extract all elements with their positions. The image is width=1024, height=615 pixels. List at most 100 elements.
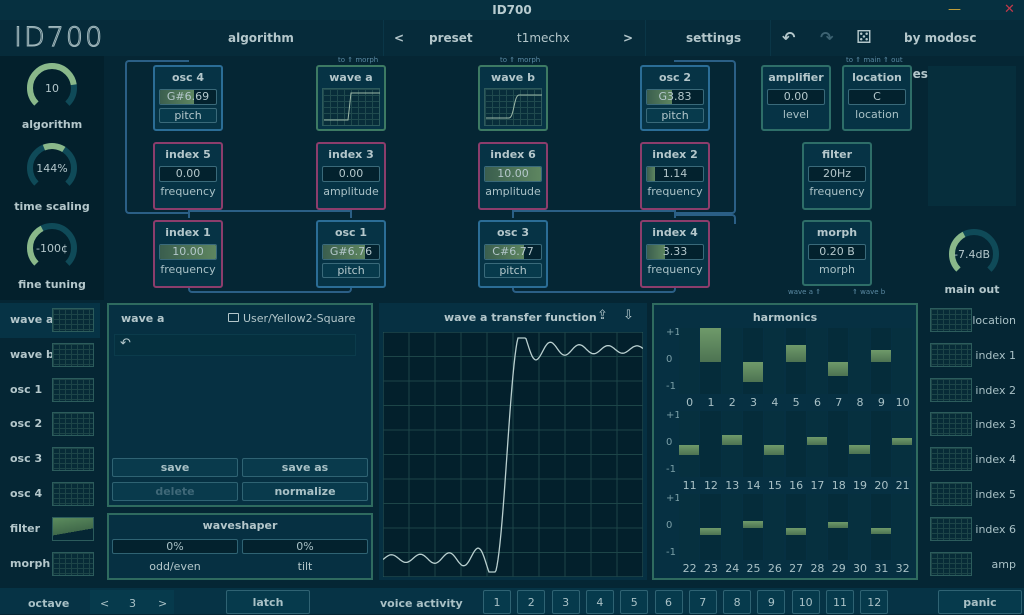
osc4-pitch-button[interactable]: pitch <box>159 108 217 123</box>
harmonic-bar[interactable] <box>679 445 700 456</box>
osc3-pitch-button[interactable]: pitch <box>484 263 542 278</box>
right-list-label[interactable]: index 6 <box>975 523 1016 536</box>
right-list-label[interactable]: location <box>972 314 1016 327</box>
left-list-label[interactable]: wave a <box>10 313 53 326</box>
right-list-graph[interactable] <box>930 516 972 541</box>
minimize-button[interactable]: — <box>948 2 961 18</box>
right-list-graph[interactable] <box>930 412 972 437</box>
harmonic-slot[interactable] <box>700 494 721 560</box>
voice-button[interactable]: 10 <box>791 590 820 614</box>
left-list-label[interactable]: osc 2 <box>10 417 42 430</box>
preset-prev-button[interactable]: < <box>394 20 404 56</box>
preset-name[interactable]: t1mechx <box>517 20 570 56</box>
index4-field[interactable]: 3.33 <box>646 244 704 260</box>
left-list-label[interactable]: osc 3 <box>10 452 42 465</box>
voice-button[interactable]: 3 <box>551 590 580 614</box>
octave-prev-button[interactable]: < <box>100 597 109 610</box>
left-list-graph[interactable] <box>52 447 94 472</box>
harmonic-slot[interactable] <box>870 494 891 560</box>
voice-button[interactable]: 8 <box>723 590 752 614</box>
randomize-dice-icon[interactable]: ⚄ <box>856 20 872 56</box>
right-list-graph[interactable] <box>930 377 972 402</box>
index2-field[interactable]: 1.14 <box>646 166 704 182</box>
settings-button[interactable]: settings <box>686 20 741 56</box>
export-icon[interactable]: ⇪ <box>597 308 608 323</box>
save-as-button[interactable]: save as <box>242 458 368 477</box>
harmonic-bar[interactable] <box>892 437 913 445</box>
location-field[interactable]: C <box>848 89 906 105</box>
harmonic-slot[interactable] <box>679 411 700 477</box>
index1-field[interactable]: 10.00 <box>159 244 217 260</box>
harmonic-slot[interactable] <box>806 328 828 394</box>
harmonic-bar[interactable] <box>764 445 785 456</box>
import-icon[interactable]: ⇩ <box>623 308 634 323</box>
undo-icon[interactable]: ↶ <box>782 20 795 56</box>
harmonic-slot[interactable] <box>721 494 742 560</box>
left-list-graph[interactable] <box>52 482 94 506</box>
right-list-graph[interactable] <box>930 482 972 506</box>
voice-button[interactable]: 12 <box>860 590 889 614</box>
harmonic-slot[interactable] <box>764 411 785 477</box>
harmonic-bar[interactable] <box>742 521 764 528</box>
harmonic-bar[interactable] <box>870 350 891 362</box>
harmonic-slot[interactable] <box>828 328 849 394</box>
right-list-graph[interactable] <box>930 342 972 367</box>
harmonic-bar[interactable] <box>828 362 849 376</box>
right-list-label[interactable]: index 1 <box>975 349 1016 362</box>
index5-field[interactable]: 0.00 <box>159 166 217 182</box>
osc1-pitch-button[interactable]: pitch <box>322 263 380 278</box>
osc2-pitch-button[interactable]: pitch <box>646 108 704 123</box>
wave-undo-icon[interactable]: ↶ <box>120 336 131 351</box>
left-list-label[interactable]: morph <box>10 557 50 570</box>
harmonic-bar[interactable] <box>870 528 891 535</box>
redo-icon[interactable]: ↷ <box>820 20 833 56</box>
voice-button[interactable]: 5 <box>620 590 649 614</box>
morph-field[interactable]: 0.20 B <box>808 244 866 260</box>
harmonic-bar[interactable] <box>785 345 806 362</box>
harmonic-slot[interactable] <box>892 494 913 560</box>
wave-a-node[interactable]: wave a <box>316 65 386 131</box>
index3-field[interactable]: 0.00 <box>322 166 380 182</box>
tilt-field[interactable]: 0% <box>242 539 368 554</box>
harmonic-slot[interactable] <box>742 328 764 394</box>
right-list-label[interactable]: index 2 <box>975 384 1016 397</box>
harmonic-slot[interactable] <box>892 328 913 394</box>
harmonic-slot[interactable] <box>764 494 785 560</box>
latch-button[interactable]: latch <box>226 590 310 614</box>
harmonic-slot[interactable] <box>742 411 764 477</box>
right-list-graph[interactable] <box>930 447 972 472</box>
close-button[interactable]: ✕ <box>1004 2 1015 18</box>
filter-field[interactable]: 20Hz <box>808 166 866 182</box>
harmonic-bar[interactable] <box>849 445 870 454</box>
osc3-pitch-field[interactable]: C#6.77 <box>484 244 542 260</box>
right-list-label[interactable]: index 4 <box>975 453 1016 466</box>
harmonic-bar[interactable] <box>700 328 721 362</box>
left-list-label[interactable]: osc 4 <box>10 487 42 500</box>
amplifier-field[interactable]: 0.00 <box>767 89 825 105</box>
right-list-graph[interactable] <box>930 308 972 332</box>
harmonic-slot[interactable] <box>785 411 806 477</box>
right-list-label[interactable]: amp <box>992 558 1016 571</box>
save-button[interactable]: save <box>112 458 238 477</box>
harmonic-bar[interactable] <box>785 528 806 535</box>
left-list-graph[interactable] <box>52 412 94 437</box>
harmonic-slot[interactable] <box>700 411 721 477</box>
harmonic-slot[interactable] <box>764 328 785 394</box>
harmonic-slot[interactable] <box>679 328 700 394</box>
left-list-graph[interactable] <box>52 377 94 402</box>
panic-button[interactable]: panic <box>938 590 1022 614</box>
harmonic-bar[interactable] <box>742 362 764 383</box>
left-list-graph[interactable] <box>52 551 94 576</box>
harmonic-slot[interactable] <box>806 494 828 560</box>
left-list-graph[interactable] <box>52 308 94 332</box>
voice-button[interactable]: 2 <box>517 590 546 614</box>
osc1-pitch-field[interactable]: G#6.76 <box>322 244 380 260</box>
harmonic-bar[interactable] <box>700 528 721 535</box>
harmonic-bar[interactable] <box>806 436 828 445</box>
voice-button[interactable]: 7 <box>688 590 717 614</box>
preset-next-button[interactable]: > <box>623 20 633 56</box>
odd-even-field[interactable]: 0% <box>112 539 238 554</box>
harmonic-slot[interactable] <box>849 411 870 477</box>
transfer-function-graph[interactable] <box>383 332 643 577</box>
harmonic-slot[interactable] <box>828 411 849 477</box>
